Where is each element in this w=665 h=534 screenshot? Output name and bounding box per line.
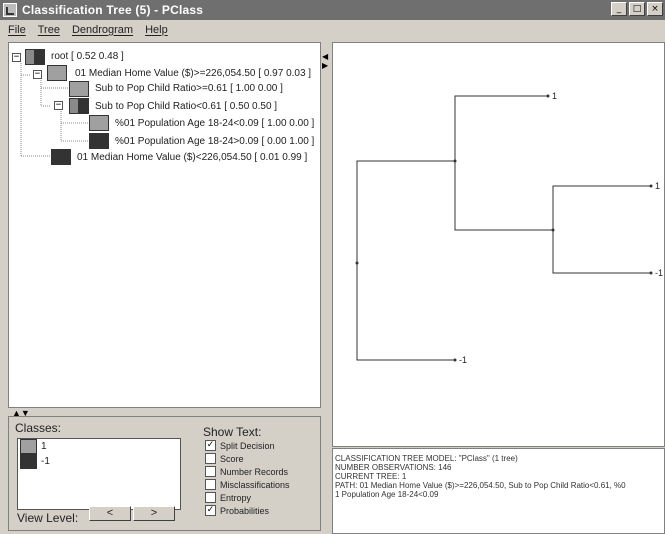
show-text-options: ✓ Split Decision Score Number Records Mis… bbox=[205, 439, 290, 517]
tree-node-label-median-home-low[interactable]: 01 Median Home Value ($)<226,054.50 [ 0.… bbox=[77, 152, 307, 163]
checkbox-number-records[interactable] bbox=[205, 466, 216, 477]
menu-tree[interactable]: Tree bbox=[38, 24, 60, 36]
tree-node-swatch bbox=[51, 149, 71, 165]
classes-list: 1 -1 bbox=[17, 438, 181, 510]
show-text-option[interactable]: Score bbox=[205, 452, 290, 465]
show-text-option[interactable]: Misclassifications bbox=[205, 478, 290, 491]
tree-node-label-pop-age-low[interactable]: %01 Population Age 18-24<0.09 [ 1.00 0.0… bbox=[115, 118, 314, 129]
dendrogram-pane: 1 1 -1 -1 bbox=[332, 42, 665, 447]
view-level-label: View Level: bbox=[17, 511, 79, 525]
dendrogram-leaf-label: -1 bbox=[459, 355, 468, 365]
tree-node-swatch bbox=[69, 98, 79, 114]
dendrogram-leaf-label: 1 bbox=[552, 91, 558, 101]
class-label: -1 bbox=[41, 456, 50, 467]
info-line: CLASSIFICATION TREE MODEL: "PClass" (1 t… bbox=[335, 454, 518, 463]
tree-node-swatch bbox=[89, 133, 109, 149]
tree-node-label-root[interactable]: root [ 0.52 0.48 ] bbox=[51, 51, 124, 62]
close-button[interactable]: × bbox=[647, 2, 663, 16]
tree-node-swatch-class-minus1 bbox=[35, 49, 45, 65]
model-info-pane: CLASSIFICATION TREE MODEL: "PClass" (1 t… bbox=[332, 448, 665, 534]
show-text-title: Show Text: bbox=[203, 425, 262, 439]
info-line: PATH: 01 Median Home Value ($)>=226,054.… bbox=[335, 481, 626, 490]
dendrogram-leaf-label: 1 bbox=[655, 181, 661, 191]
app-icon bbox=[3, 3, 17, 17]
checkbox-score[interactable] bbox=[205, 453, 216, 464]
maximize-button[interactable]: □ bbox=[629, 2, 645, 16]
controls-panel: Classes: 1 -1 View Level: < > Show Text:… bbox=[8, 416, 321, 531]
dendrogram-leaf-label: -1 bbox=[655, 268, 664, 278]
classes-title: Classes: bbox=[15, 421, 62, 435]
tree-node-swatch bbox=[69, 81, 89, 97]
show-text-option[interactable]: ✓ Split Decision bbox=[205, 439, 290, 452]
dendrogram-canvas[interactable] bbox=[333, 43, 665, 447]
option-label: Entropy bbox=[220, 492, 252, 503]
info-line: NUMBER OBSERVATIONS: 146 bbox=[335, 463, 452, 472]
tree-node-swatch bbox=[79, 98, 89, 114]
tree-expander-median-home-high[interactable]: − bbox=[33, 70, 42, 79]
show-text-option[interactable]: Entropy bbox=[205, 491, 290, 504]
window-controls: _ □ × bbox=[611, 2, 663, 16]
window-title: Classification Tree (5) - PClass bbox=[22, 3, 204, 17]
option-label: Score bbox=[220, 453, 244, 464]
option-label: Split Decision bbox=[220, 440, 275, 451]
option-label: Misclassifications bbox=[220, 479, 290, 490]
tree-node-label-child-ratio-low[interactable]: Sub to Pop Child Ratio<0.61 [ 0.50 0.50 … bbox=[95, 101, 277, 112]
class-item[interactable]: -1 bbox=[18, 454, 180, 469]
tree-node-swatch bbox=[89, 115, 109, 131]
menu-file[interactable]: File bbox=[8, 24, 26, 36]
class-item[interactable]: 1 bbox=[18, 439, 180, 454]
option-label: Number Records bbox=[220, 466, 289, 477]
tree-node-label-child-ratio-high[interactable]: Sub to Pop Child Ratio>=0.61 [ 1.00 0.00… bbox=[95, 83, 283, 94]
title-bar: Classification Tree (5) - PClass _ □ × bbox=[0, 0, 665, 20]
tree-connector-lines bbox=[20, 63, 89, 157]
view-level-prev-button[interactable]: < bbox=[89, 506, 131, 521]
tree-node-label-pop-age-high[interactable]: %01 Population Age 18-24>0.09 [ 0.00 1.0… bbox=[115, 136, 314, 147]
minimize-button[interactable]: _ bbox=[611, 2, 627, 16]
info-line: CURRENT TREE: 1 bbox=[335, 472, 407, 481]
checkbox-misclassifications[interactable] bbox=[205, 479, 216, 490]
tree-node-swatch-class-1 bbox=[25, 49, 35, 65]
tree-expander-root[interactable]: − bbox=[12, 53, 21, 62]
menu-help[interactable]: Help bbox=[145, 24, 168, 36]
tree-view-pane: − root [ 0.52 0.48 ] − 01 Median Home Va… bbox=[8, 42, 321, 408]
info-line: 1 Population Age 18-24<0.09 bbox=[335, 490, 439, 499]
tree-node-swatch bbox=[47, 65, 67, 81]
option-label: Probabilities bbox=[220, 505, 270, 516]
checkbox-split-decision[interactable]: ✓ bbox=[205, 440, 216, 451]
class-color-swatch bbox=[20, 439, 37, 454]
menu-bar: File Tree Dendrogram Help bbox=[0, 20, 665, 39]
class-label: 1 bbox=[41, 441, 47, 452]
show-text-option[interactable]: Number Records bbox=[205, 465, 290, 478]
tree-node-label-median-home-high[interactable]: 01 Median Home Value ($)>=226,054.50 [ 0… bbox=[75, 68, 311, 79]
checkbox-entropy[interactable] bbox=[205, 492, 216, 503]
tree-expander-child-ratio-low[interactable]: − bbox=[54, 101, 63, 110]
show-text-option[interactable]: ✓ Probabilities bbox=[205, 504, 290, 517]
side-splitter-arrows-icon[interactable]: ◀ ▶ bbox=[322, 52, 330, 70]
class-color-swatch bbox=[20, 454, 37, 469]
checkbox-probabilities[interactable]: ✓ bbox=[205, 505, 216, 516]
menu-dendrogram[interactable]: Dendrogram bbox=[72, 24, 133, 36]
view-level-next-button[interactable]: > bbox=[133, 506, 175, 521]
